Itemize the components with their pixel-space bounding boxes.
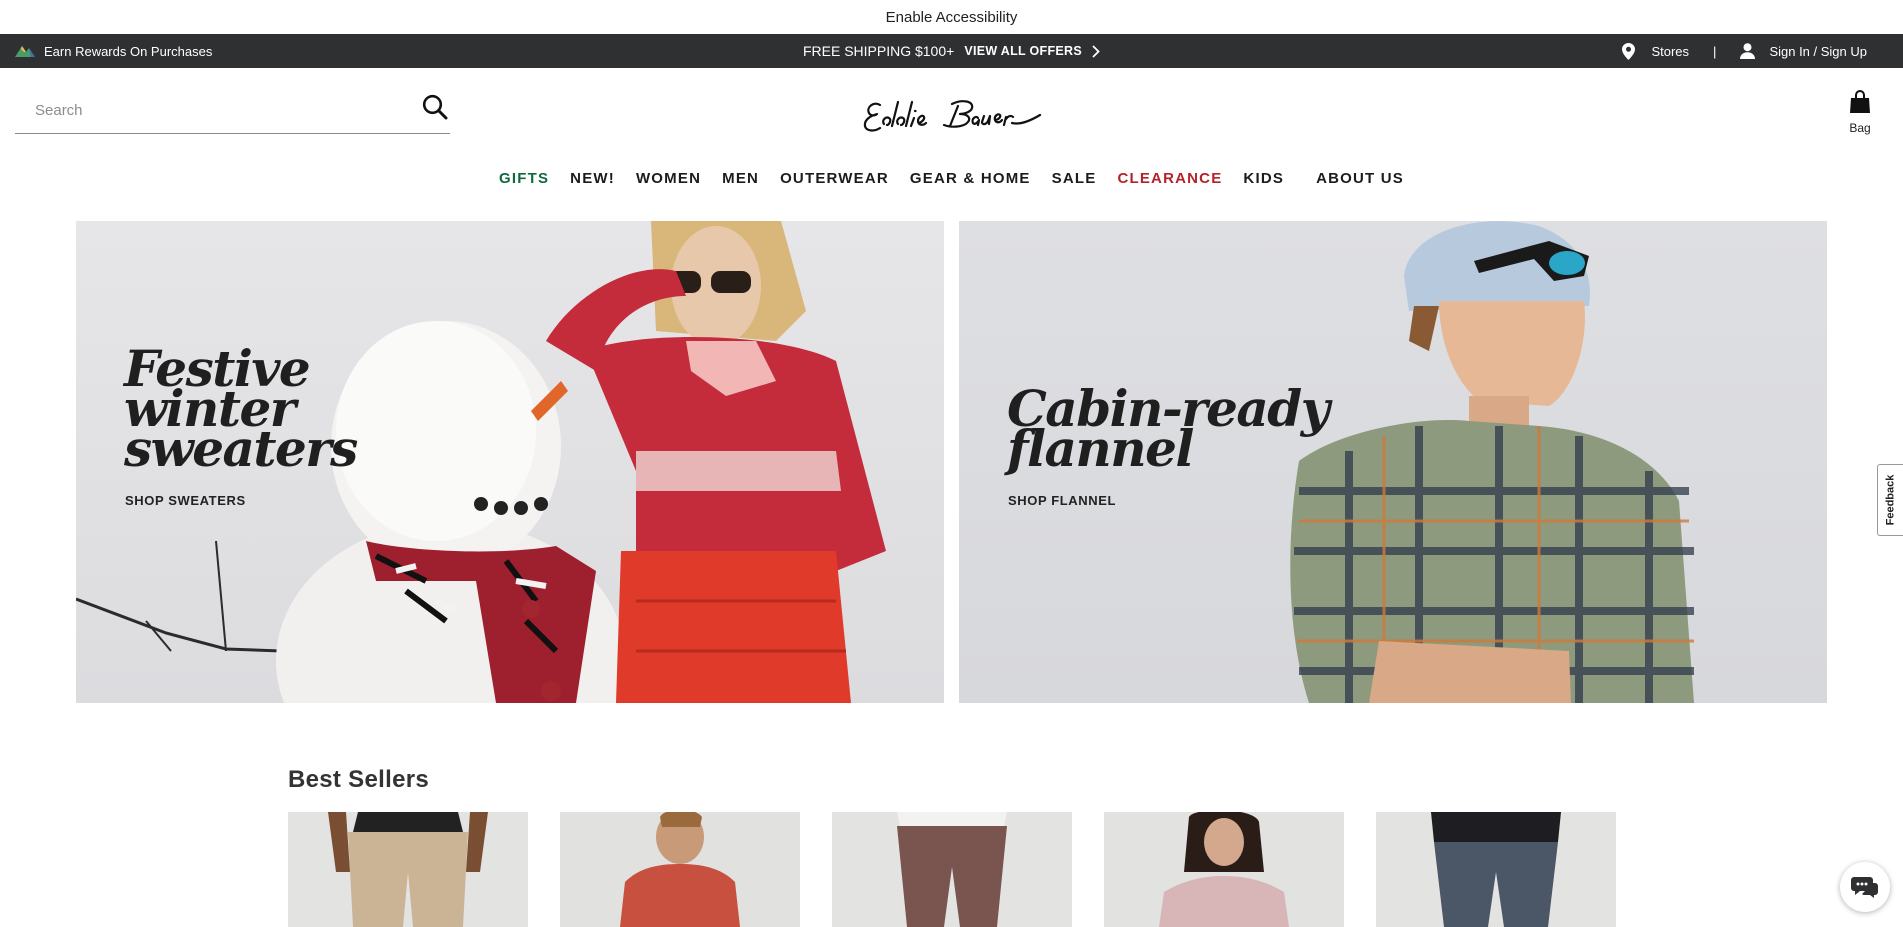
stores-link[interactable]: Stores	[1651, 44, 1689, 59]
product-card[interactable]	[1104, 812, 1344, 927]
feedback-label: Feedback	[1884, 474, 1897, 526]
search-button[interactable]	[422, 94, 450, 122]
nav-clearance[interactable]: CLEARANCE	[1117, 170, 1222, 187]
shopping-bag-button[interactable]: Bag	[1843, 90, 1877, 136]
search-input[interactable]	[15, 88, 415, 132]
chat-bubble-icon	[1851, 877, 1878, 898]
shop-flannel-link[interactable]: SHOP FLANNEL	[1008, 493, 1116, 508]
hero-banner-sweaters[interactable]: Festive winter sweaters SHOP SWEATERS	[76, 221, 944, 703]
view-all-offers-link[interactable]: VIEW ALL OFFERS	[964, 44, 1082, 58]
location-pin-icon	[1622, 42, 1636, 60]
feedback-tab[interactable]: Feedback	[1877, 464, 1903, 536]
user-icon	[1740, 43, 1756, 59]
bag-icon	[1850, 90, 1870, 113]
chat-button[interactable]	[1840, 862, 1890, 912]
signin-link[interactable]: Sign In / Sign Up	[1769, 44, 1867, 59]
logo-script	[863, 100, 1042, 132]
nav-kids[interactable]: KIDS	[1243, 170, 1284, 187]
nav-women[interactable]: WOMEN	[636, 170, 701, 187]
hero-sweaters-title: Festive winter sweaters	[124, 339, 358, 478]
nav-sale[interactable]: SALE	[1052, 170, 1097, 187]
shipping-label: FREE SHIPPING $100+	[802, 43, 955, 59]
product-card[interactable]	[832, 812, 1072, 927]
search-bar	[15, 88, 450, 134]
shop-sweaters-link[interactable]: SHOP SWEATERS	[125, 493, 246, 508]
khaki-pants-product-image	[288, 812, 528, 927]
nav-gear-home[interactable]: GEAR & HOME	[910, 170, 1031, 187]
product-card[interactable]	[288, 812, 528, 927]
nav-new[interactable]: NEW!	[570, 170, 615, 187]
main-navigation: GIFTS NEW! WOMEN MEN OUTERWEAR GEAR & HO…	[0, 166, 1903, 190]
chevron-right-icon	[1092, 44, 1100, 58]
shipping-offer[interactable]: FREE SHIPPING $100+ VIEW ALL OFFERS	[0, 34, 1903, 68]
nav-men[interactable]: MEN	[722, 170, 759, 187]
enable-accessibility-link[interactable]: Enable Accessibility	[886, 9, 1018, 26]
bag-label: Bag	[1849, 121, 1871, 135]
product-card[interactable]	[1376, 812, 1616, 927]
navy-pants-product-image	[1376, 812, 1616, 927]
nav-gifts[interactable]: GIFTS	[499, 170, 549, 187]
brown-pants-product-image	[832, 812, 1072, 927]
nav-outerwear[interactable]: OUTERWEAR	[780, 170, 889, 187]
account-links: Stores | Sign In / Sign Up	[1622, 34, 1867, 68]
red-tshirt-product-image	[560, 812, 800, 927]
hero-banner-flannel[interactable]: Cabin-ready flannel SHOP FLANNEL	[959, 221, 1827, 703]
product-card[interactable]	[560, 812, 800, 927]
hero-flannel-title: Cabin-ready flannel	[1007, 379, 1330, 478]
eddie-bauer-logo[interactable]	[862, 96, 1042, 134]
promo-bar: Earn Rewards On Purchases FREE SHIPPING …	[0, 34, 1903, 68]
best-sellers-heading: Best Sellers	[288, 766, 430, 793]
pink-top-product-image	[1104, 812, 1344, 927]
search-icon	[422, 94, 448, 120]
separator: |	[1713, 43, 1717, 59]
nav-about-us[interactable]: ABOUT US	[1316, 170, 1404, 187]
accessibility-bar: Enable Accessibility	[0, 0, 1903, 34]
